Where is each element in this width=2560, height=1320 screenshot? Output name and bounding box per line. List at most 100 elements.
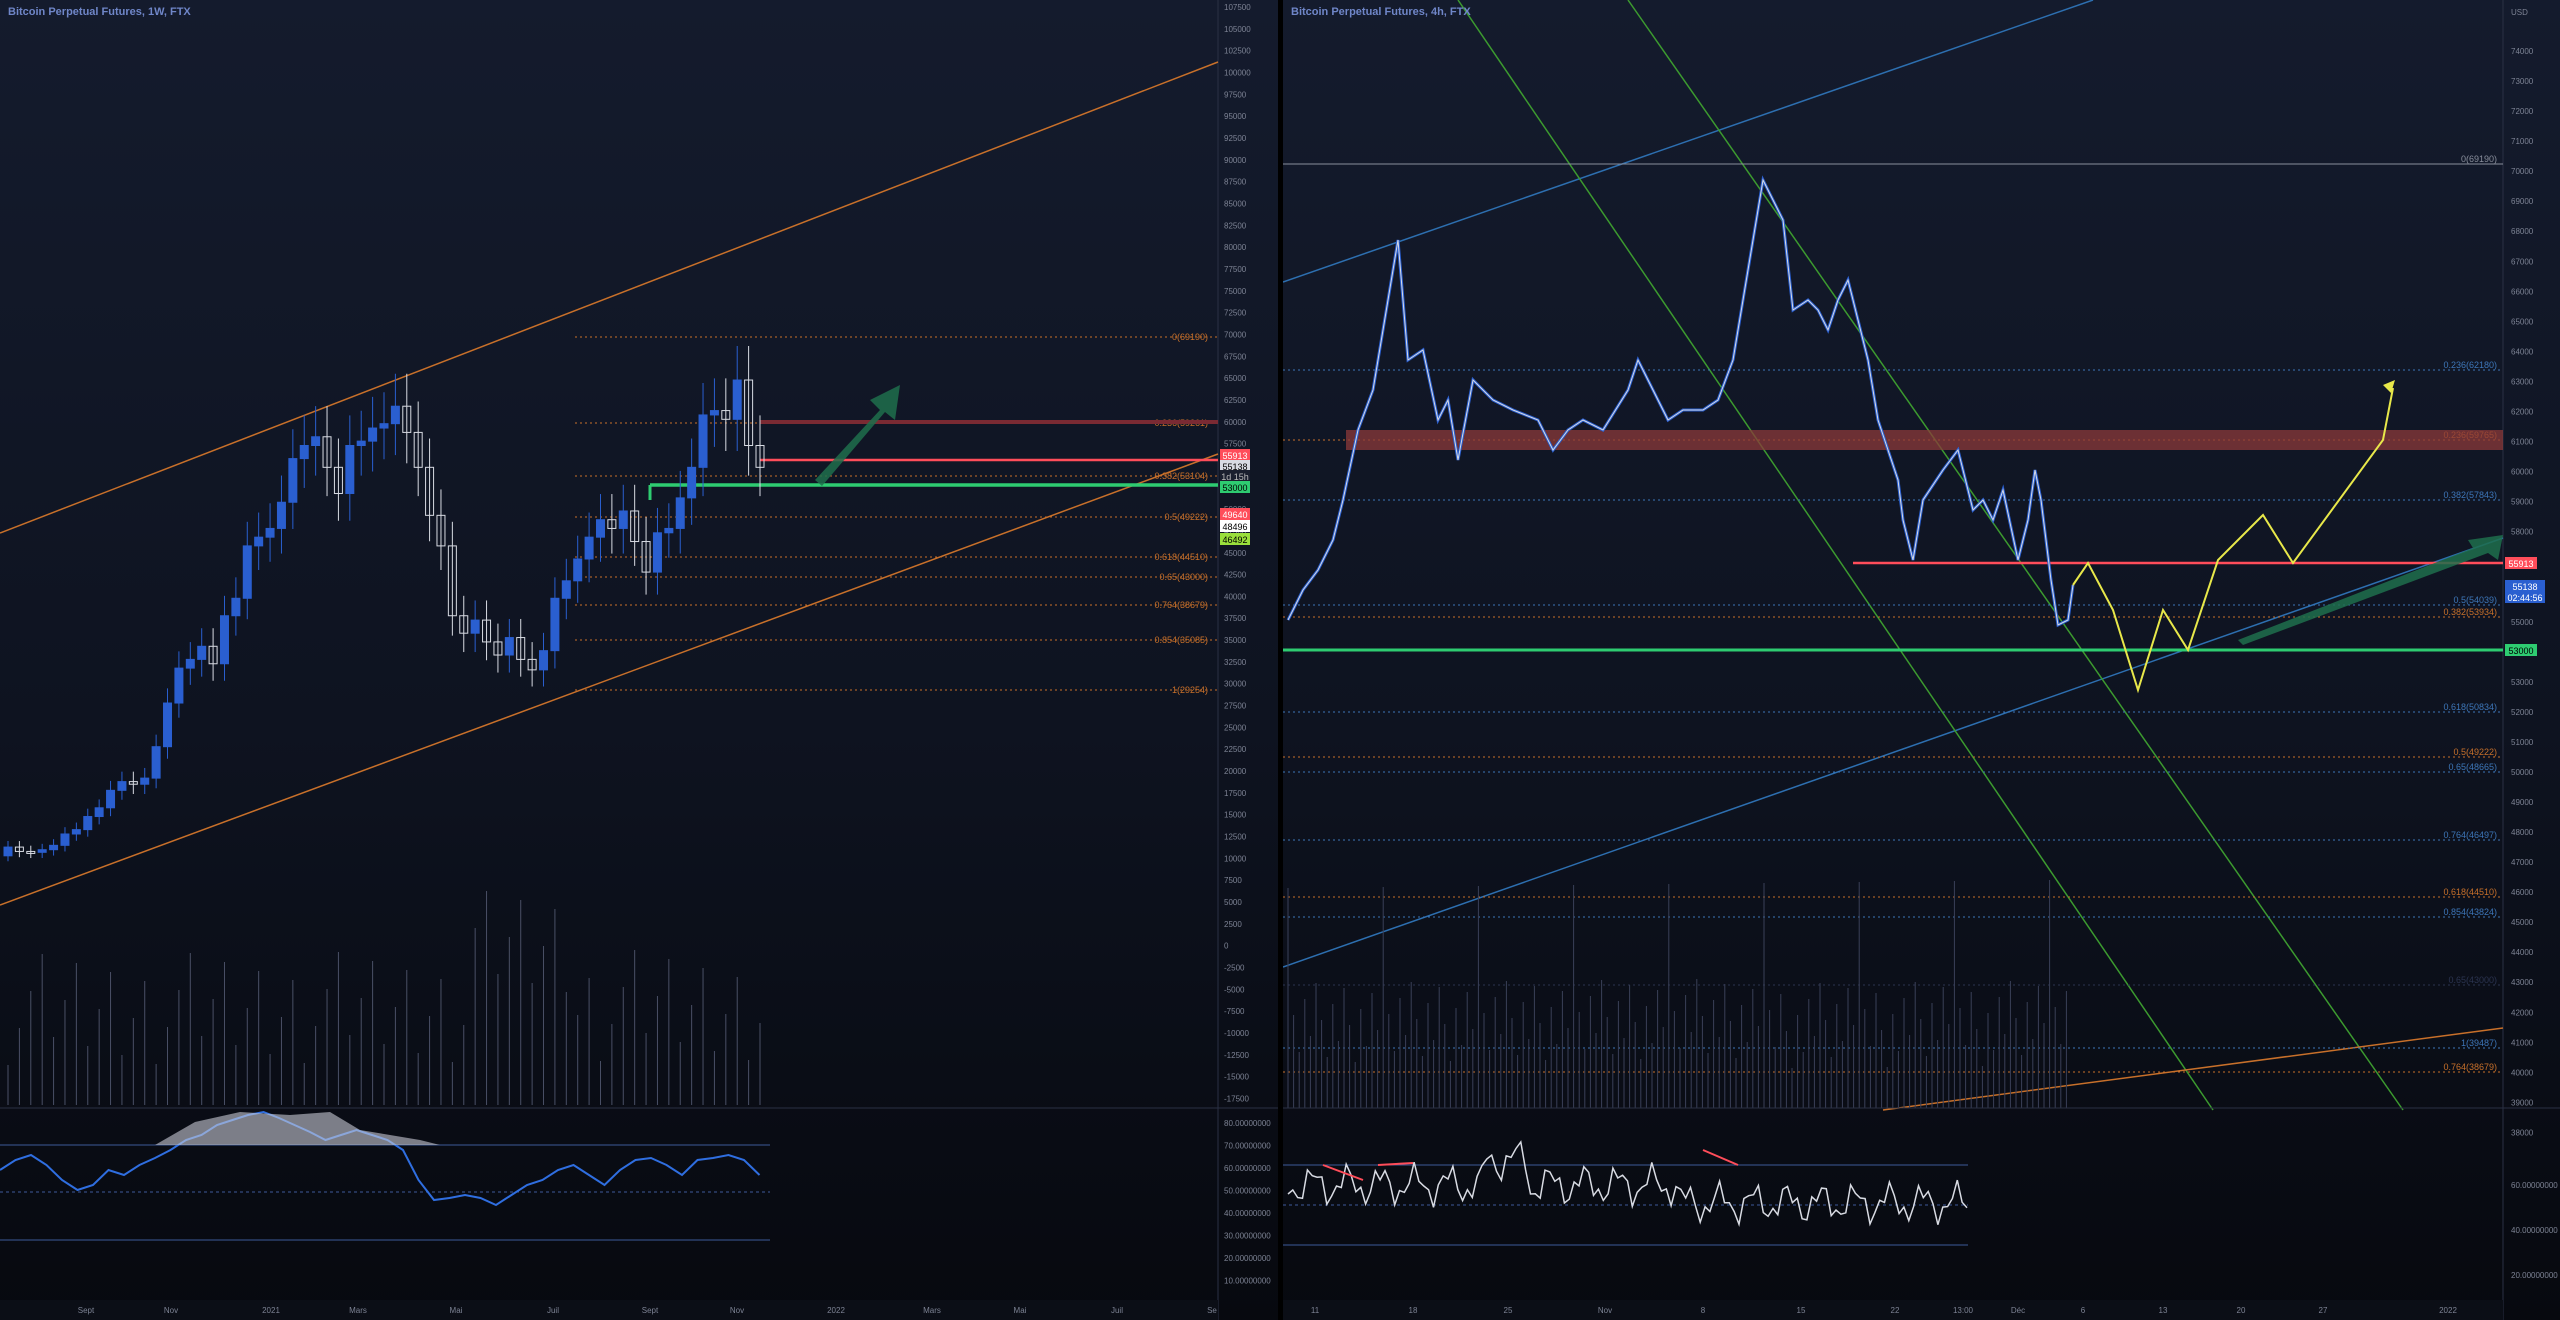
y-tick-label: 12500	[1224, 833, 1247, 842]
candle-body	[618, 510, 628, 529]
candle-body	[379, 423, 389, 429]
blue-upper-channel	[1283, 0, 2094, 283]
fib-level-label: 0.382(57843)	[2443, 490, 2497, 500]
candle-body	[664, 527, 674, 534]
price-tag: 55913	[2508, 559, 2533, 569]
y-tick-label: 65000	[1224, 374, 1247, 383]
y-tick-label: 72000	[2511, 107, 2534, 116]
fib-level-label: 0.618(50834)	[2443, 702, 2497, 712]
y-tick-label: 10000	[1224, 854, 1247, 863]
rsi-divergence-line	[1702, 1149, 1739, 1166]
x-tick-label: Sept	[642, 1306, 659, 1315]
price-series-line	[1286, 175, 2075, 628]
y-tick-label: 27500	[1224, 702, 1247, 711]
y-tick-label: 77500	[1224, 265, 1247, 274]
rsi-axis-label: 40.00000000	[1224, 1209, 1271, 1218]
weekly-chart-title: Bitcoin Perpetual Futures, 1W, FTX	[8, 6, 191, 18]
x-tick-label: 2022	[827, 1306, 845, 1315]
x-tick-label: Nov	[730, 1306, 744, 1315]
weekly-chart-canvas[interactable]: 1075001050001025001000009750095000925009…	[0, 0, 1278, 1320]
y-tick-label: 85000	[1224, 199, 1247, 208]
y-tick-label: 32500	[1224, 658, 1247, 667]
y-tick-label: 40000	[2511, 1068, 2534, 1077]
y-tick-label: 67000	[2511, 257, 2534, 266]
candle-body	[185, 658, 195, 669]
y-tick-label: 57500	[1224, 440, 1247, 449]
four-hour-chart-canvas[interactable]: USD 74000 73000 72000 71000 70000 69000 68000 67…	[1283, 0, 2560, 1320]
y-tick-label: 42500	[1224, 571, 1247, 580]
candle-body	[49, 844, 59, 851]
y-tick-label: 67500	[1224, 352, 1247, 361]
y-tick-label: 70000	[1224, 330, 1247, 339]
candle-body	[94, 807, 104, 818]
fib-level-label: 0.5(49222)	[2453, 747, 2497, 757]
y-tick-label: 45000	[2511, 918, 2534, 927]
four-hour-chart-pane[interactable]: USD 74000 73000 72000 71000 70000 69000 68000 67…	[1283, 0, 2560, 1320]
candle-body	[276, 501, 286, 529]
y-tick-label: -10000	[1224, 1029, 1249, 1038]
y-tick-label: 44000	[2511, 948, 2534, 957]
y-tick-label: 39000	[2511, 1098, 2534, 1107]
y-tick-label: 7500	[1224, 876, 1242, 885]
rsi-axis-label: 20.00000000	[2511, 1271, 2558, 1280]
x-tick-label: 6	[2081, 1306, 2086, 1315]
candle-body	[163, 702, 173, 748]
y-tick-label: 72500	[1224, 309, 1247, 318]
candle-body	[83, 816, 93, 831]
y-tick-label: 40000	[1224, 592, 1247, 601]
supply-zone	[760, 420, 1218, 424]
rsi-axis-label: 80.00000000	[1224, 1119, 1271, 1128]
y-tick-label: 97500	[1224, 90, 1247, 99]
x-tick-label: Juil	[547, 1306, 559, 1315]
y-tick-label: 75000	[1224, 287, 1247, 296]
y-tick-label: 107500	[1224, 3, 1251, 12]
fib-level-label: 0(69190)	[1172, 332, 1208, 342]
fib-level-label: 1(29254)	[1172, 685, 1208, 695]
y-tick-label: 20000	[1224, 767, 1247, 776]
y-tick-label: 55000	[2511, 618, 2534, 627]
y-tick-label: 80000	[1224, 243, 1247, 252]
fib-level-label: 0.764(38679)	[1154, 600, 1208, 610]
y-tick-label: 60000	[1224, 418, 1247, 427]
y-tick-label: 42000	[2511, 1008, 2534, 1017]
four-hour-chart-title: Bitcoin Perpetual Futures, 4h, FTX	[1291, 6, 1471, 18]
y-tick-label: 90000	[1224, 156, 1247, 165]
green-downtrend-1	[1457, 0, 2214, 1111]
y-tick-label: 41000	[2511, 1038, 2534, 1047]
y-tick-label: -7500	[1224, 1007, 1245, 1016]
rsi-axis-label: 60.00000000	[1224, 1164, 1271, 1173]
rsi-line	[1287, 1140, 1968, 1228]
y-tick-label: 53000	[2511, 678, 2534, 687]
fib-level-label: 0.65(43000)	[2448, 975, 2497, 985]
x-tick-label: 25	[1504, 1306, 1513, 1315]
y-tick-label: 48000	[2511, 828, 2534, 837]
weekly-chart-pane[interactable]: 107500 105000 102500 100000 97500 95000 92500 9…	[0, 0, 1278, 1320]
fib-level-label: 0.854(43824)	[2443, 907, 2497, 917]
x-tick-label: 13:00	[1953, 1306, 1974, 1315]
y-tick-label: 58000	[2511, 528, 2534, 537]
candle-body	[698, 414, 708, 468]
x-tick-label: 11	[1311, 1306, 1320, 1315]
y-tick-label: 46000	[2511, 888, 2534, 897]
y-tick-label: 62000	[2511, 407, 2534, 416]
y-tick-label: 35000	[1224, 636, 1247, 645]
price-series-highlight	[1287, 178, 2074, 626]
candle-body	[219, 615, 229, 665]
y-tick-label: 25000	[1224, 723, 1247, 732]
y-tick-label: 87500	[1224, 178, 1247, 187]
y-tick-label: 38000	[2511, 1128, 2534, 1137]
candle-body	[573, 558, 583, 582]
y-tick-label: 50000	[2511, 768, 2534, 777]
y-tick-label: 62500	[1224, 396, 1247, 405]
x-tick-label: 13	[2159, 1306, 2168, 1315]
x-tick-label: 2022	[2439, 1306, 2457, 1315]
fib-level-label: 0.382(53104)	[1154, 471, 1208, 481]
candle-body	[732, 379, 742, 420]
price-tag: 49640	[1222, 510, 1247, 520]
price-tag: 46492	[1222, 535, 1247, 545]
y-tick-label: 17500	[1224, 789, 1247, 798]
y-tick-label: 37500	[1224, 614, 1247, 623]
rsi-axis-label: 60.00000000	[2511, 1181, 2558, 1190]
y-tick-label: 43000	[2511, 978, 2534, 987]
candle-body	[265, 527, 275, 538]
